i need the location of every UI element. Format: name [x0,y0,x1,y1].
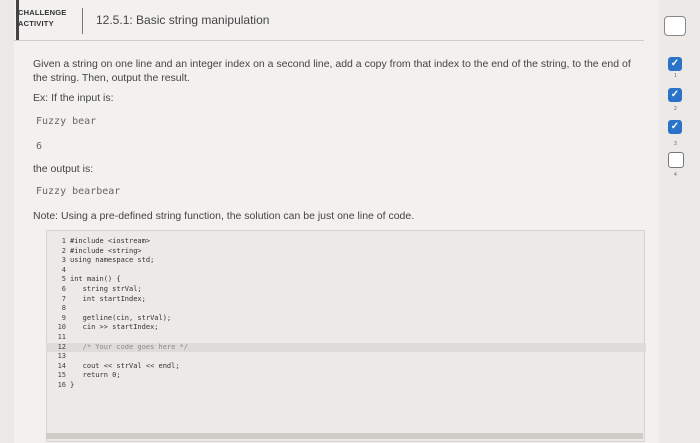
step-1-number: 1 [674,73,677,79]
code-text[interactable]: int startIndex; [70,295,146,303]
line-number: 3 [61,256,66,265]
line-number: 12 [57,342,66,351]
line-number: 11 [57,333,66,341]
code-text[interactable]: /* Your code goes here */ [70,343,188,351]
line-number: 15 [57,371,66,380]
line-number: 8 [61,304,66,313]
output-label: the output is: [33,163,94,175]
prompt-description-line-1: Given a string on one line and an intege… [33,58,631,70]
header-divider [14,40,644,41]
step-4-number: 4 [674,172,677,178]
example-input-string: Fuzzy bear [36,116,97,127]
editor-bottom-bar [46,433,643,439]
code-line[interactable]: 15 return 0; [46,371,121,380]
line-number: 2 [61,246,66,255]
header-separator [82,8,83,34]
code-line[interactable]: 12 /* Your code goes here */ [46,342,646,352]
code-text[interactable]: #include <string> [70,247,142,255]
line-number: 5 [61,275,66,284]
prompt-description-line-2: the string. Then, output the result. [33,72,190,84]
line-number: 9 [61,313,66,322]
code-line[interactable]: 11 [46,333,70,342]
example-output-string: Fuzzy bearbear [36,186,121,197]
solution-note: Note: Using a pre-defined string functio… [33,210,415,222]
code-line[interactable]: 9 getline(cin, strVal); [46,314,171,323]
code-line[interactable]: 13 [46,352,70,361]
code-text[interactable]: using namespace std; [70,256,154,264]
step-3-number: 3 [674,141,677,147]
code-line[interactable]: 14 cout << strVal << endl; [46,362,180,371]
badge-line-1: CHALLENGE [18,8,67,17]
code-text[interactable]: return 0; [70,371,121,379]
line-number: 14 [57,361,66,370]
code-line[interactable]: 5 int main() { [46,275,121,284]
step-1-check-icon[interactable]: ✓ [668,57,682,71]
code-text[interactable]: string strVal; [70,285,142,293]
code-text[interactable]: #include <iostream> [70,237,150,245]
line-number: 1 [61,237,66,245]
code-line[interactable]: 8 [46,304,70,313]
badge-line-2: ACTIVITY [18,19,54,28]
code-line[interactable]: 10 cin >> startIndex; [46,323,159,332]
prompt-description: Given a string on one line and an intege… [33,57,653,85]
line-number: 4 [61,265,66,274]
code-line[interactable]: 4 [46,266,70,275]
step-2-number: 2 [674,106,677,112]
code-line[interactable]: 1 #include <iostream> [46,237,150,246]
code-line[interactable]: 6 string strVal; [46,285,142,294]
example-input-index: 6 [36,141,43,152]
activity-complete-indicator [664,16,686,36]
challenge-activity-badge: CHALLENGE ACTIVITY [18,7,66,29]
code-line[interactable]: 3 using namespace std; [46,256,155,265]
line-number: 16 [57,381,66,389]
code-line[interactable]: 16} [46,381,75,390]
code-line[interactable]: 2 #include <string> [46,247,142,256]
code-text[interactable]: cin >> startIndex; [70,323,159,331]
activity-title: 12.5.1: Basic string manipulation [96,13,270,27]
example-label: Ex: If the input is: [33,92,114,104]
line-number: 10 [57,323,66,332]
code-text[interactable]: cout << strVal << endl; [70,362,180,370]
step-3-check-icon[interactable]: ✓ [668,120,682,134]
line-number: 6 [61,285,66,293]
step-4-empty-box[interactable] [668,152,684,168]
code-text[interactable]: int main() { [70,275,121,283]
line-number: 7 [61,294,66,303]
step-2-check-icon[interactable]: ✓ [668,88,682,102]
code-text[interactable]: getline(cin, strVal); [70,314,172,322]
code-line[interactable]: 7 int startIndex; [46,295,146,304]
line-number: 13 [57,352,66,361]
code-text[interactable]: } [70,381,74,389]
